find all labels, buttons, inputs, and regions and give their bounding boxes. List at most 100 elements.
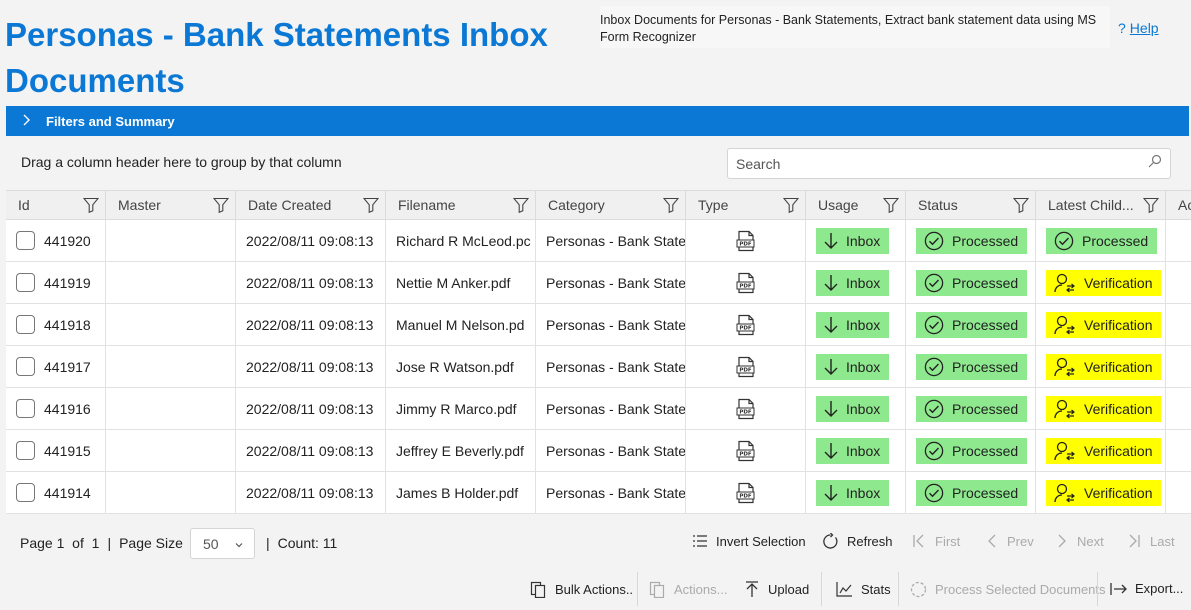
row-checkbox[interactable] xyxy=(16,315,35,334)
table-row[interactable]: 441920 2022/08/11 09:08:13 Richard R McLeo… xyxy=(6,220,1191,262)
column-header-date-created[interactable]: Date Created xyxy=(236,191,386,219)
row-filename[interactable]: Jose R Watson.pdf xyxy=(396,359,514,375)
status-badge[interactable]: Processed xyxy=(916,395,1028,422)
help-link-label[interactable]: Help xyxy=(1130,20,1159,36)
latest-child-label: Verification xyxy=(1084,484,1153,501)
cell-master xyxy=(106,472,236,513)
filter-icon xyxy=(883,197,899,213)
column-header-label: Date Created xyxy=(248,197,332,213)
process-selected-button[interactable]: Process Selected Documents xyxy=(910,581,1106,598)
cell-type: PDF xyxy=(686,262,806,303)
row-filename[interactable]: James B Holder.pdf xyxy=(396,485,518,501)
latest-child-badge[interactable]: Verification xyxy=(1046,353,1162,380)
search-input[interactable] xyxy=(736,155,1148,172)
help-link[interactable]: ? Help xyxy=(1118,20,1159,36)
arrow-down-icon xyxy=(824,358,838,375)
table-row[interactable]: 441918 2022/08/11 09:08:13 Manuel M Nelson… xyxy=(6,304,1191,346)
table-row[interactable]: 441915 2022/08/11 09:08:13 Jeffrey E Bever… xyxy=(6,430,1191,472)
row-filename[interactable]: Nettie M Anker.pdf xyxy=(396,275,510,291)
first-page-icon xyxy=(913,534,924,548)
refresh-button[interactable]: Refresh xyxy=(822,533,893,550)
list-icon xyxy=(693,535,707,547)
cell-id: 441914 xyxy=(6,472,106,513)
column-header-usage[interactable]: Usage xyxy=(806,191,906,219)
last-page-button[interactable]: Last xyxy=(1126,533,1175,549)
stats-button[interactable]: Stats xyxy=(836,581,891,597)
grid-header-row: Id Master Date Created Filename Category Type… xyxy=(6,190,1191,220)
table-row[interactable]: 441917 2022/08/11 09:08:13 Jose R Watson.p… xyxy=(6,346,1191,388)
row-filename[interactable]: Richard R McLeod.pc xyxy=(396,233,531,249)
row-category: Personas - Bank State xyxy=(546,358,686,375)
prev-page-button[interactable]: Prev xyxy=(985,533,1034,549)
check-circle-icon xyxy=(924,441,944,460)
cell-actions xyxy=(1166,304,1191,345)
arrow-down-icon xyxy=(824,442,838,459)
chevron-right-icon xyxy=(1058,534,1066,548)
bulk-actions-button[interactable]: Bulk Actions.. xyxy=(530,581,633,598)
row-filename[interactable]: Jimmy R Marco.pdf xyxy=(396,401,517,417)
usage-badge[interactable]: Inbox xyxy=(816,353,890,380)
page-size-select[interactable]: 50 xyxy=(190,528,255,559)
column-header-label: Category xyxy=(548,197,605,213)
column-header-master[interactable]: Master xyxy=(106,191,236,219)
latest-child-badge[interactable]: Verification xyxy=(1046,269,1162,296)
export-button[interactable]: Export... xyxy=(1110,581,1183,596)
upload-button[interactable]: Upload xyxy=(744,581,809,598)
actions-button[interactable]: Actions... xyxy=(649,581,727,598)
row-filename[interactable]: Jeffrey E Beverly.pdf xyxy=(396,443,524,459)
usage-badge[interactable]: Inbox xyxy=(816,227,890,254)
svg-text:PDF: PDF xyxy=(739,367,752,373)
search-box[interactable] xyxy=(727,148,1171,179)
latest-child-badge[interactable]: Verification xyxy=(1046,437,1162,464)
pdf-icon: PDF xyxy=(736,272,754,293)
row-filename[interactable]: Manuel M Nelson.pd xyxy=(396,317,524,333)
column-header-actions[interactable]: Ac xyxy=(1166,191,1191,219)
latest-child-badge[interactable]: Processed xyxy=(1046,227,1158,254)
row-id: 441918 xyxy=(44,316,91,333)
cell-status: Processed xyxy=(906,220,1036,261)
invert-selection-button[interactable]: Invert Selection xyxy=(692,533,806,549)
row-checkbox[interactable] xyxy=(16,231,35,250)
status-badge[interactable]: Processed xyxy=(916,227,1028,254)
row-id: 441919 xyxy=(44,274,91,291)
row-checkbox[interactable] xyxy=(16,399,35,418)
latest-child-badge[interactable]: Verification xyxy=(1046,479,1162,506)
status-badge[interactable]: Processed xyxy=(916,311,1028,338)
column-header-type[interactable]: Type xyxy=(686,191,806,219)
usage-badge[interactable]: Inbox xyxy=(816,395,890,422)
check-circle-icon xyxy=(924,483,944,502)
row-checkbox[interactable] xyxy=(16,273,35,292)
column-header-id[interactable]: Id xyxy=(6,191,106,219)
toolbar-divider xyxy=(821,572,822,606)
row-checkbox[interactable] xyxy=(16,441,35,460)
status-badge[interactable]: Processed xyxy=(916,479,1028,506)
column-header-label: Ac xyxy=(1178,197,1191,213)
column-header-status[interactable]: Status xyxy=(906,191,1036,219)
cell-master xyxy=(106,346,236,387)
status-badge[interactable]: Processed xyxy=(916,353,1028,380)
row-checkbox[interactable] xyxy=(16,357,35,376)
search-icon[interactable] xyxy=(1148,154,1162,173)
usage-badge[interactable]: Inbox xyxy=(816,437,890,464)
latest-child-badge[interactable]: Verification xyxy=(1046,311,1162,338)
last-page-label: Last xyxy=(1150,533,1175,549)
usage-badge[interactable]: Inbox xyxy=(816,479,890,506)
usage-badge[interactable]: Inbox xyxy=(816,269,890,296)
latest-child-badge[interactable]: Verification xyxy=(1046,395,1162,422)
cell-type: PDF xyxy=(686,304,806,345)
next-page-button[interactable]: Next xyxy=(1055,533,1104,549)
cell-master xyxy=(106,304,236,345)
filters-summary-bar[interactable]: Filters and Summary xyxy=(6,106,1189,136)
table-row[interactable]: 441916 2022/08/11 09:08:13 Jimmy R Marco.p… xyxy=(6,388,1191,430)
table-row[interactable]: 441919 2022/08/11 09:08:13 Nettie M Anker.… xyxy=(6,262,1191,304)
usage-badge[interactable]: Inbox xyxy=(816,311,890,338)
row-checkbox[interactable] xyxy=(16,483,35,502)
column-header-category[interactable]: Category xyxy=(536,191,686,219)
status-label: Processed xyxy=(952,484,1019,501)
status-badge[interactable]: Processed xyxy=(916,269,1028,296)
first-page-button[interactable]: First xyxy=(911,533,960,549)
column-header-latest-child[interactable]: Latest Child... xyxy=(1036,191,1166,219)
column-header-filename[interactable]: Filename xyxy=(386,191,536,219)
table-row[interactable]: 441914 2022/08/11 09:08:13 James B Holder.… xyxy=(6,472,1191,514)
status-badge[interactable]: Processed xyxy=(916,437,1028,464)
